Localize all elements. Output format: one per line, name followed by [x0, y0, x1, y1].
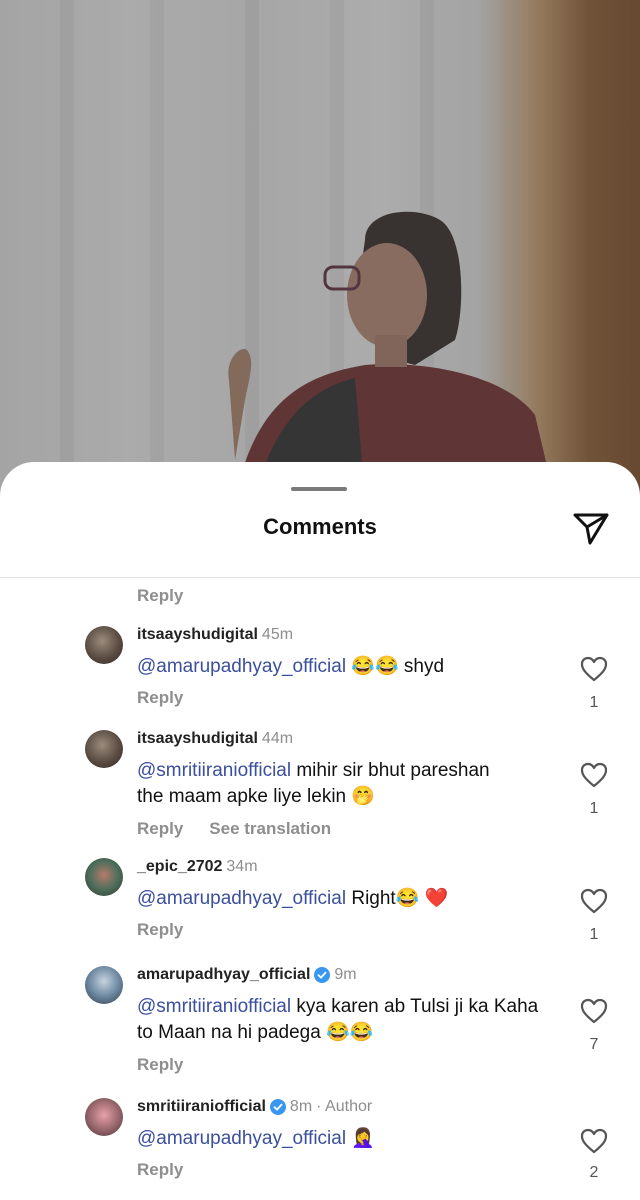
comment-meta: amarupadhyay_official 9m	[137, 966, 357, 984]
reply-button[interactable]: Reply	[137, 688, 183, 707]
avatar[interactable]	[85, 858, 123, 896]
comment-mention[interactable]: @amarupadhyay_official	[137, 888, 346, 909]
heart-icon[interactable]	[580, 998, 608, 1024]
sheet-drag-handle[interactable]	[291, 487, 347, 491]
comments-sheet: Comments Reply itsaayshudigital 45m @ama…	[0, 462, 640, 1200]
comment-text: @amarupadhyay_official 🤦‍♀️	[137, 1126, 557, 1152]
heart-icon[interactable]	[580, 1128, 608, 1154]
comment-username[interactable]: itsaayshudigital	[137, 730, 258, 748]
comment-text: @amarupadhyay_official 😂😂 shyd	[137, 654, 557, 680]
comment-username[interactable]: amarupadhyay_official	[137, 966, 310, 984]
comment-body: 🤦‍♀️	[346, 1128, 375, 1149]
comment-text: @smritiiraniofficial mihir sir bhut pare…	[137, 758, 517, 810]
like-count: 1	[589, 694, 599, 711]
comment-mention[interactable]: @smritiiraniofficial	[137, 760, 291, 781]
comment-meta: smritiiraniofficial 8m · Author	[137, 1098, 372, 1116]
comment-meta: _epic_2702 34m	[137, 858, 258, 876]
see-translation-button[interactable]: See translation	[209, 819, 331, 838]
author-label: · Author	[316, 1098, 373, 1115]
comment-mention[interactable]: @amarupadhyay_official	[137, 656, 346, 677]
comment-username[interactable]: _epic_2702	[137, 858, 222, 876]
heart-icon[interactable]	[580, 762, 608, 788]
avatar[interactable]	[85, 626, 123, 664]
reply-button[interactable]: Reply	[137, 1055, 183, 1074]
avatar[interactable]	[85, 966, 123, 1004]
like-count: 2	[589, 1164, 599, 1181]
reply-button[interactable]: Reply	[137, 920, 183, 939]
reply-button[interactable]: Reply	[137, 819, 183, 838]
comment-username[interactable]: smritiiraniofficial	[137, 1098, 266, 1116]
comment-actions: Reply	[137, 688, 183, 708]
comment-meta: itsaayshudigital 44m	[137, 730, 293, 748]
comment-mention[interactable]: @amarupadhyay_official	[137, 1128, 346, 1149]
verified-badge-icon	[269, 1099, 286, 1115]
heart-icon[interactable]	[580, 888, 608, 914]
comment-text: @smritiiraniofficial kya karen ab Tulsi …	[137, 994, 557, 1046]
comment-body: 😂😂 shyd	[346, 656, 445, 677]
send-icon[interactable]	[572, 510, 610, 546]
comment-actions: Reply See translation	[137, 819, 331, 839]
header-divider	[0, 577, 640, 578]
comment-meta: itsaayshudigital 45m	[137, 626, 293, 644]
verified-badge-icon	[314, 967, 331, 983]
comment-time: 44m	[261, 730, 294, 747]
comment-time: 45m	[261, 626, 294, 643]
comment-actions: Reply	[137, 920, 183, 940]
reply-button[interactable]: Reply	[137, 586, 183, 606]
like-count: 7	[589, 1036, 599, 1053]
reply-button[interactable]: Reply	[137, 1160, 183, 1179]
comment-time: 9m	[334, 966, 357, 983]
heart-icon[interactable]	[580, 656, 608, 682]
comment-username[interactable]: itsaayshudigital	[137, 626, 258, 644]
like-count: 1	[589, 800, 599, 817]
avatar[interactable]	[85, 1098, 123, 1136]
comment-actions: Reply	[137, 1160, 183, 1180]
comment-time: 34m	[226, 858, 258, 875]
like-count: 1	[589, 926, 599, 943]
post-photo-background	[0, 0, 640, 500]
avatar[interactable]	[85, 730, 123, 768]
comment-mention[interactable]: @smritiiraniofficial	[137, 996, 291, 1017]
comment-time: 8m	[289, 1098, 313, 1115]
comment-actions: Reply	[137, 1055, 183, 1075]
comment-text: @amarupadhyay_official Right😂 ❤️	[137, 886, 557, 912]
comment-body: Right😂 ❤️	[346, 888, 449, 909]
sheet-title: Comments	[263, 514, 377, 539]
